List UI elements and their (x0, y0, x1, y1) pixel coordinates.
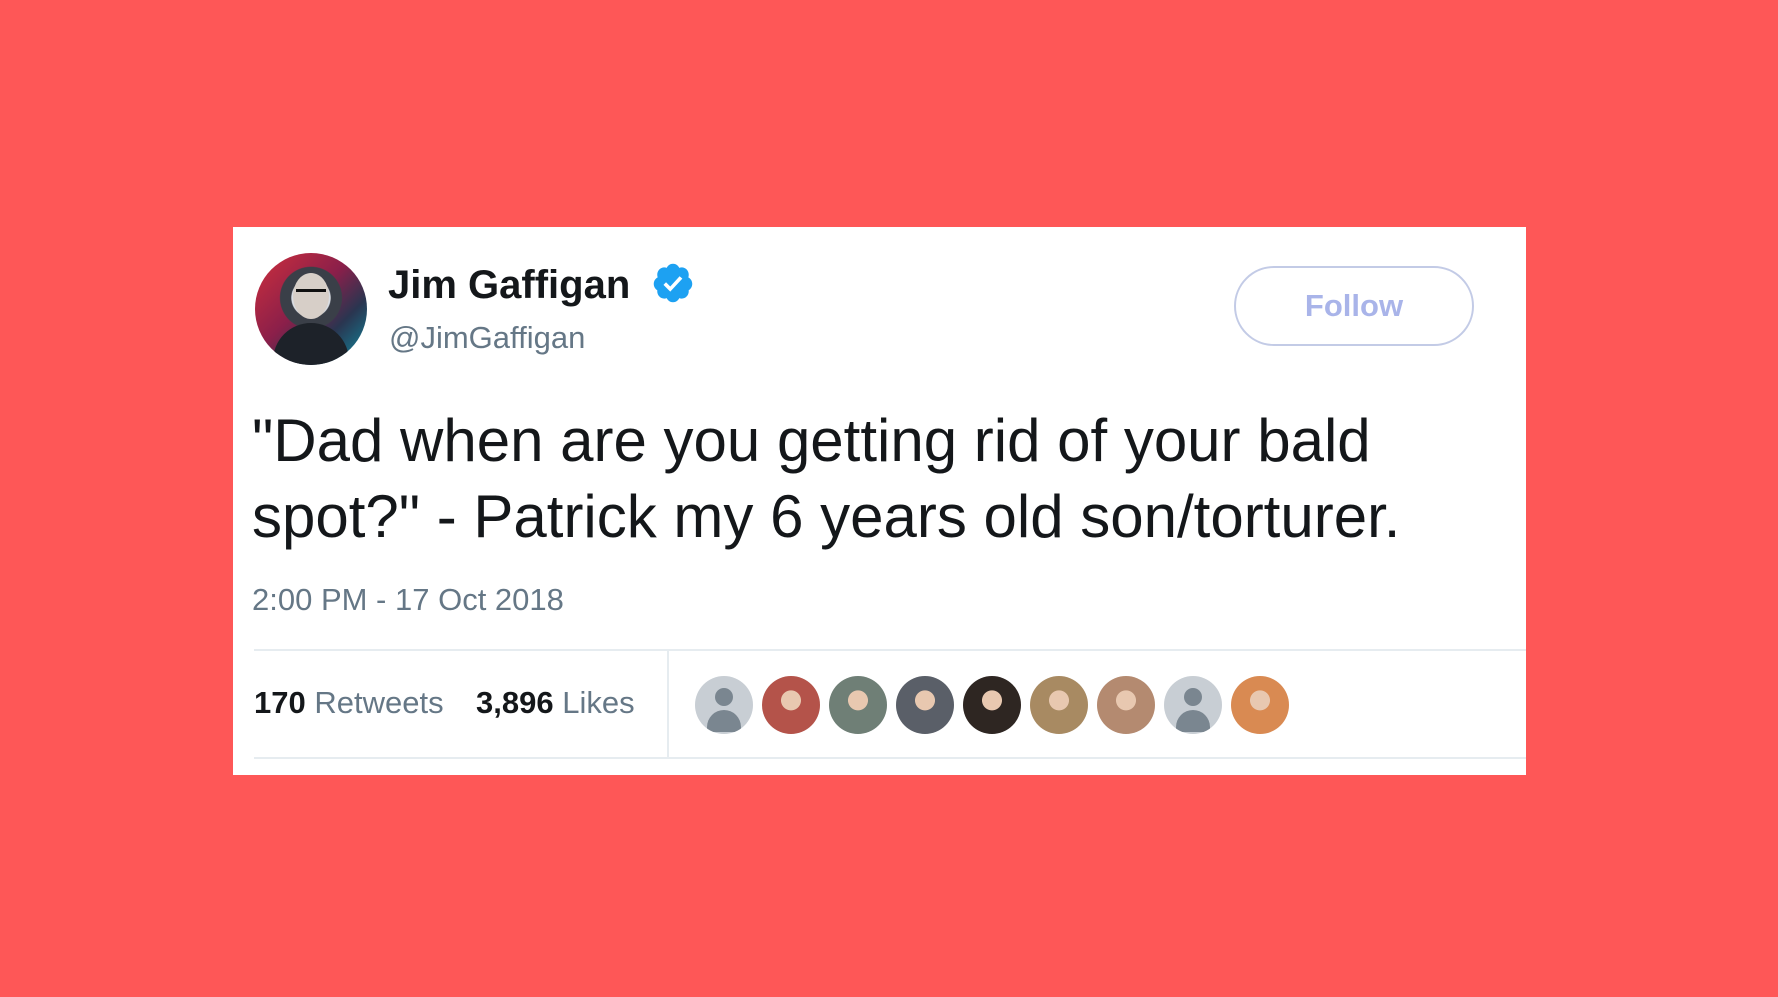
author-avatar[interactable] (255, 253, 367, 365)
likes-stat[interactable]: 3,896 Likes (476, 685, 635, 721)
verified-badge-icon (653, 263, 693, 303)
liker-avatar[interactable] (1164, 676, 1222, 734)
retweets-stat[interactable]: 170 Retweets (254, 685, 444, 721)
author-handle[interactable]: @JimGaffigan (389, 320, 585, 356)
avatar-glasses (296, 289, 326, 300)
avatar-shoulders (273, 323, 349, 365)
tweet-text: "Dad when are you getting rid of your ba… (252, 407, 1401, 550)
liker-avatar[interactable] (695, 676, 753, 734)
stats-divider (667, 651, 669, 757)
liker-avatar[interactable] (1030, 676, 1088, 734)
retweets-count: 170 (254, 685, 306, 720)
liker-avatar[interactable] (762, 676, 820, 734)
likes-label: Likes (562, 685, 635, 720)
divider (254, 649, 1526, 651)
liker-avatar[interactable] (1231, 676, 1289, 734)
retweets-label: Retweets (314, 685, 444, 720)
likes-count: 3,896 (476, 685, 554, 720)
divider (254, 757, 1526, 759)
tweet-timestamp[interactable]: 2:00 PM - 17 Oct 2018 (252, 582, 564, 618)
liker-avatar[interactable] (1097, 676, 1155, 734)
liker-avatar[interactable] (896, 676, 954, 734)
liker-avatar[interactable] (829, 676, 887, 734)
follow-button[interactable]: Follow (1234, 266, 1474, 346)
author-name[interactable]: Jim Gaffigan (388, 263, 630, 308)
tweet-card: Jim Gaffigan @JimGaffigan Follow "Dad wh… (233, 227, 1526, 775)
liker-avatar[interactable] (963, 676, 1021, 734)
